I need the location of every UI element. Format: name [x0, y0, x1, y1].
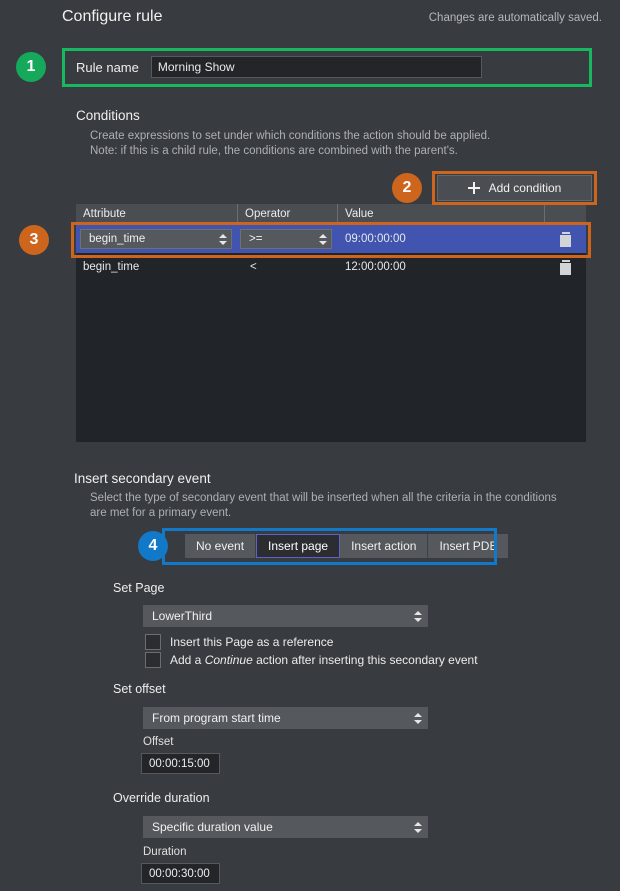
condition-delete-cell[interactable] — [545, 253, 586, 281]
checkbox-row-insert-reference[interactable]: Insert this Page as a reference — [145, 634, 333, 650]
segment-insert-page[interactable]: Insert page — [256, 534, 340, 558]
duration-field-label: Duration — [143, 846, 186, 858]
offset-input[interactable]: 00:00:15:00 — [141, 753, 220, 774]
conditions-description-line1: Create expressions to set under which co… — [90, 129, 490, 144]
rule-name-input[interactable] — [151, 56, 482, 78]
operator-dropdown-value: >= — [249, 233, 262, 245]
operator-dropdown[interactable]: >= — [240, 229, 332, 249]
condition-operator-cell[interactable]: >= — [238, 225, 338, 253]
set-page-heading: Set Page — [113, 581, 164, 595]
callout-badge-4: 4 — [138, 531, 168, 561]
table-row[interactable]: begin_time >= 09:00:00:00 — [76, 225, 586, 253]
duration-mode-value: Specific duration value — [152, 820, 273, 834]
continue-label-italic: Continue — [205, 653, 253, 667]
conditions-heading: Conditions — [76, 108, 140, 123]
condition-value-text: 12:00:00:00 — [345, 261, 406, 273]
trash-icon[interactable] — [559, 260, 572, 275]
add-continue-action-checkbox[interactable] — [145, 652, 161, 668]
segment-insert-pde[interactable]: Insert PDE — [428, 534, 508, 558]
column-header-delete — [545, 204, 586, 225]
chevron-updown-icon — [318, 233, 327, 246]
rule-name-row: Rule name — [62, 48, 592, 86]
duration-mode-dropdown[interactable]: Specific duration value — [143, 816, 428, 838]
rule-name-label: Rule name — [76, 60, 139, 75]
offset-mode-dropdown[interactable]: From program start time — [143, 707, 428, 729]
set-offset-heading: Set offset — [113, 682, 166, 696]
condition-operator-cell[interactable]: < — [238, 253, 338, 281]
conditions-table-header: Attribute Operator Value — [76, 204, 586, 225]
offset-field-label: Offset — [143, 736, 173, 748]
checkbox-row-add-continue[interactable]: Add a Continue action after inserting th… — [145, 652, 478, 668]
segment-insert-action[interactable]: Insert action — [340, 534, 428, 558]
condition-operator-text: < — [250, 261, 257, 273]
secondary-event-description-line1: Select the type of secondary event that … — [90, 491, 557, 506]
condition-attribute-cell[interactable]: begin_time — [76, 253, 238, 281]
secondary-event-description-line2: are met for a primary event. — [90, 506, 231, 521]
page-dropdown[interactable]: LowerThird — [143, 605, 428, 627]
callout-badge-1: 1 — [16, 52, 46, 82]
table-row[interactable]: begin_time < 12:00:00:00 — [76, 253, 586, 281]
page-title: Configure rule — [62, 8, 163, 26]
plus-icon — [468, 182, 480, 194]
chevron-updown-icon — [413, 821, 422, 834]
insert-as-reference-checkbox[interactable] — [145, 634, 161, 650]
condition-attribute-cell[interactable]: begin_time — [76, 225, 238, 253]
attribute-dropdown-value: begin_time — [89, 233, 145, 245]
chevron-updown-icon — [218, 233, 227, 246]
column-header-operator: Operator — [238, 204, 338, 225]
continue-label-suffix: action after inserting this secondary ev… — [253, 653, 478, 667]
conditions-description-line2: Note: if this is a child rule, the condi… — [90, 144, 458, 159]
duration-input[interactable]: 00:00:30:00 — [141, 863, 220, 884]
condition-value-cell[interactable]: 12:00:00:00 — [338, 253, 545, 281]
attribute-dropdown[interactable]: begin_time — [80, 229, 232, 249]
column-header-attribute: Attribute — [76, 204, 238, 225]
chevron-updown-icon — [413, 610, 422, 623]
trash-icon[interactable] — [559, 232, 572, 247]
column-header-value: Value — [338, 204, 545, 225]
override-duration-heading: Override duration — [113, 791, 210, 805]
condition-value-text: 09:00:00:00 — [345, 233, 406, 245]
secondary-event-segmented-control: No event Insert page Insert action Inser… — [185, 534, 508, 558]
continue-label-prefix: Add a — [170, 653, 205, 667]
conditions-table: Attribute Operator Value begin_time >= 0… — [76, 204, 586, 442]
add-condition-label: Add condition — [489, 181, 562, 195]
callout-badge-3: 3 — [19, 225, 49, 255]
segment-no-event[interactable]: No event — [185, 534, 256, 558]
insert-as-reference-label: Insert this Page as a reference — [170, 635, 333, 649]
chevron-updown-icon — [413, 712, 422, 725]
offset-mode-value: From program start time — [152, 711, 281, 725]
add-condition-button[interactable]: Add condition — [437, 175, 592, 201]
condition-value-cell[interactable]: 09:00:00:00 — [338, 225, 545, 253]
add-continue-action-label: Add a Continue action after inserting th… — [170, 653, 478, 667]
condition-attribute-text: begin_time — [83, 261, 139, 273]
page-dropdown-value: LowerThird — [152, 609, 212, 623]
condition-delete-cell[interactable] — [545, 225, 586, 253]
autosave-note: Changes are automatically saved. — [429, 12, 602, 24]
callout-badge-2: 2 — [392, 173, 422, 203]
secondary-event-heading: Insert secondary event — [74, 471, 211, 486]
